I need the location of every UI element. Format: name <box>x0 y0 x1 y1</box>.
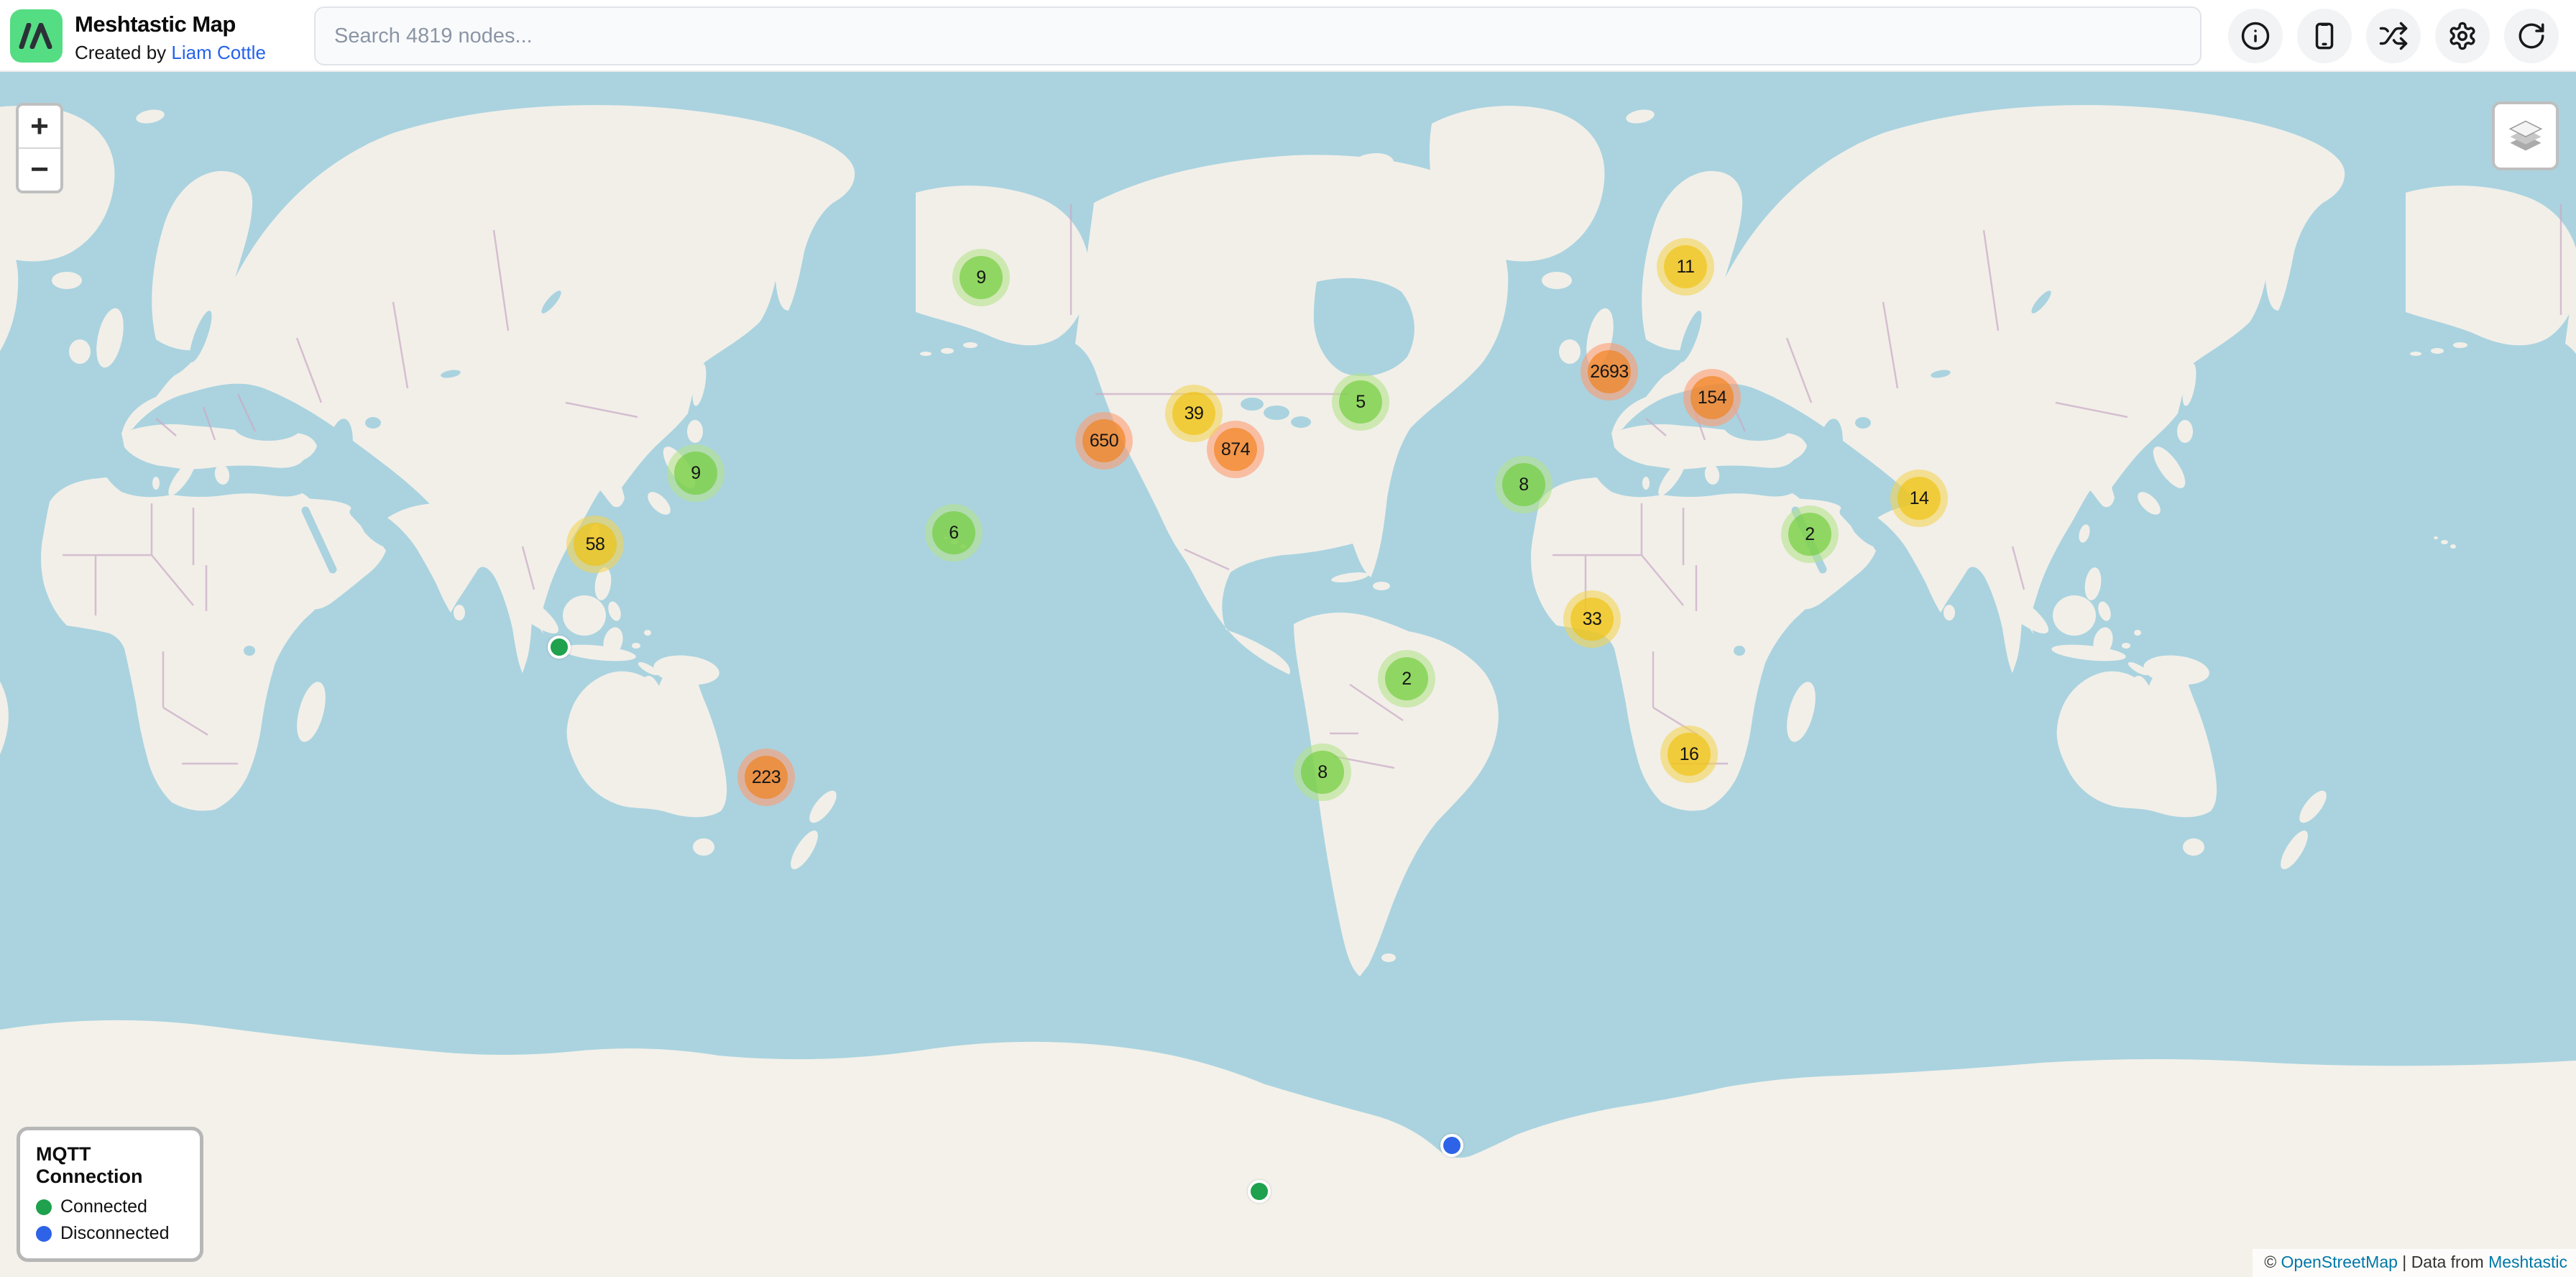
cluster-count: 650 <box>1082 419 1126 462</box>
cluster-count: 874 <box>1214 428 1257 471</box>
zoom-out-button[interactable]: − <box>19 149 60 191</box>
meshtastic-logo-glyph <box>19 23 55 49</box>
legend-item-disconnected: Disconnected <box>36 1223 184 1244</box>
liam-cottle-link[interactable]: Liam Cottle <box>171 42 266 63</box>
byline-prefix: Created by <box>75 42 171 63</box>
app-byline: Created by Liam Cottle <box>75 42 266 64</box>
cluster-count: 8 <box>1502 463 1545 506</box>
app-title: Meshtastic Map <box>75 12 266 37</box>
cluster-count: 16 <box>1668 733 1711 776</box>
node-marker-connected[interactable] <box>1248 1180 1271 1203</box>
cluster-count: 33 <box>1570 598 1614 641</box>
node-cluster-marker[interactable]: 6 <box>925 504 983 562</box>
world-map[interactable]: 269315465087422339115814331695829628 + −… <box>0 72 2576 1277</box>
node-cluster-marker[interactable]: 14 <box>1890 470 1948 527</box>
node-cluster-marker[interactable]: 5 <box>1332 373 1389 431</box>
map-zoom-control: + − <box>16 103 63 193</box>
connected-label: Connected <box>60 1196 147 1217</box>
cluster-count: 8 <box>1301 751 1344 794</box>
disconnected-label: Disconnected <box>60 1223 169 1244</box>
smartphone-icon <box>2309 21 2340 51</box>
mobile-app-button[interactable] <box>2297 9 2352 63</box>
meshtastic-logo <box>10 9 63 63</box>
refresh-button[interactable] <box>2504 9 2559 63</box>
cluster-count: 2 <box>1788 513 1831 556</box>
node-cluster-marker[interactable]: 154 <box>1683 369 1741 426</box>
gear-icon <box>2447 21 2478 51</box>
cluster-count: 58 <box>574 523 617 566</box>
cluster-count: 14 <box>1898 477 1941 520</box>
cluster-count: 5 <box>1339 380 1382 424</box>
brand-block: Meshtastic Map Created by Liam Cottle <box>75 12 266 64</box>
cluster-count: 2693 <box>1588 350 1631 393</box>
search-input[interactable] <box>314 6 2202 65</box>
node-marker-disconnected[interactable] <box>1440 1134 1463 1157</box>
openstreetmap-link[interactable]: OpenStreetMap <box>2281 1253 2398 1271</box>
shuffle-icon <box>2378 21 2409 51</box>
header-actions <box>2228 9 2559 63</box>
map-attribution: © OpenStreetMap | Data from Meshtastic <box>2253 1249 2576 1277</box>
top-bar: Meshtastic Map Created by Liam Cottle <box>0 0 2576 72</box>
node-cluster-marker[interactable]: 9 <box>667 444 724 502</box>
node-cluster-marker[interactable]: 2 <box>1781 505 1839 563</box>
node-cluster-marker[interactable]: 8 <box>1495 456 1552 513</box>
node-cluster-marker[interactable]: 2693 <box>1581 343 1638 401</box>
mqtt-legend: MQTT Connection Connected Disconnected <box>17 1127 203 1262</box>
node-cluster-marker[interactable]: 650 <box>1075 412 1133 470</box>
meshtastic-link[interactable]: Meshtastic <box>2488 1253 2567 1271</box>
node-cluster-marker[interactable]: 223 <box>737 749 795 806</box>
layers-control[interactable] <box>2492 101 2559 170</box>
node-cluster-marker[interactable]: 9 <box>952 249 1010 306</box>
cluster-count: 9 <box>960 256 1003 299</box>
data-from-text: Data from <box>2411 1253 2488 1271</box>
node-cluster-marker[interactable]: 39 <box>1165 385 1223 442</box>
node-cluster-marker[interactable]: 33 <box>1563 590 1621 648</box>
cluster-count: 9 <box>674 452 717 495</box>
legend-item-connected: Connected <box>36 1196 184 1217</box>
zoom-in-button[interactable]: + <box>19 106 60 149</box>
node-cluster-marker[interactable]: 11 <box>1657 238 1714 296</box>
refresh-icon <box>2516 21 2547 51</box>
disconnected-dot <box>36 1226 52 1242</box>
info-icon <box>2240 21 2271 51</box>
connected-dot <box>36 1199 52 1215</box>
cluster-count: 39 <box>1172 392 1215 435</box>
node-cluster-marker[interactable]: 16 <box>1660 726 1718 783</box>
cluster-count: 11 <box>1664 245 1707 288</box>
random-node-button[interactable] <box>2366 9 2421 63</box>
node-marker-connected[interactable] <box>548 636 571 659</box>
copyright-symbol: © <box>2264 1253 2281 1271</box>
node-cluster-marker[interactable]: 2 <box>1378 650 1435 708</box>
mqtt-legend-title: MQTT Connection <box>36 1143 184 1188</box>
node-cluster-marker[interactable]: 8 <box>1294 743 1351 801</box>
layers-icon <box>2506 118 2546 154</box>
map-tiles <box>0 72 2576 1277</box>
cluster-count: 223 <box>745 756 788 799</box>
info-button[interactable] <box>2228 9 2283 63</box>
cluster-count: 154 <box>1690 376 1734 419</box>
attribution-separator: | <box>2398 1253 2411 1271</box>
settings-button[interactable] <box>2435 9 2490 63</box>
cluster-count: 6 <box>932 511 975 554</box>
cluster-count: 2 <box>1385 657 1428 700</box>
node-cluster-marker[interactable]: 58 <box>566 516 624 573</box>
